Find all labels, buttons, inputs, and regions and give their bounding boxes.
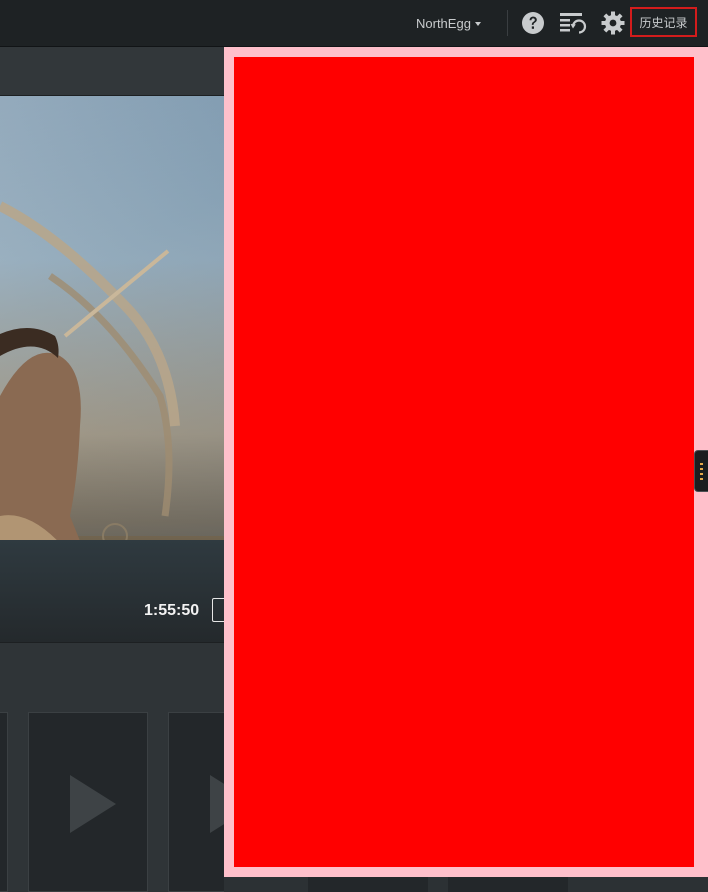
- user-menu[interactable]: NorthEgg: [416, 14, 481, 32]
- playlist-refresh-icon: [560, 13, 587, 34]
- help-icon: [522, 12, 544, 34]
- help-button[interactable]: [520, 10, 548, 36]
- play-icon: [70, 775, 116, 833]
- settings-button[interactable]: [600, 10, 628, 36]
- history-button[interactable]: 历史记录: [630, 7, 697, 37]
- grip-line: [700, 478, 703, 480]
- history-overlay-panel: [224, 47, 708, 877]
- toolbar-divider: [507, 10, 508, 36]
- history-label: 历史记录: [639, 15, 688, 30]
- grip-line: [700, 463, 703, 465]
- history-overlay-content: [234, 57, 694, 867]
- gear-icon: [601, 11, 625, 35]
- grip-line: [700, 473, 703, 475]
- top-bar: NorthEgg 历史记录: [0, 0, 708, 47]
- hero-water: [0, 540, 224, 642]
- secondary-bar: [0, 47, 224, 95]
- thumbnail-card[interactable]: [448, 876, 568, 892]
- chevron-down-icon: [474, 22, 481, 26]
- user-menu-label: NorthEgg: [416, 15, 471, 31]
- thumbnail-card[interactable]: [0, 712, 8, 892]
- grip-line: [700, 468, 703, 470]
- hero-artwork[interactable]: [0, 96, 224, 642]
- playlist-refresh-button[interactable]: [558, 10, 588, 36]
- duration-label: 1:55:50: [144, 602, 200, 619]
- thumbnail-card[interactable]: [308, 876, 428, 892]
- thumbnail-card[interactable]: [28, 712, 148, 892]
- side-panel-handle[interactable]: [694, 450, 708, 492]
